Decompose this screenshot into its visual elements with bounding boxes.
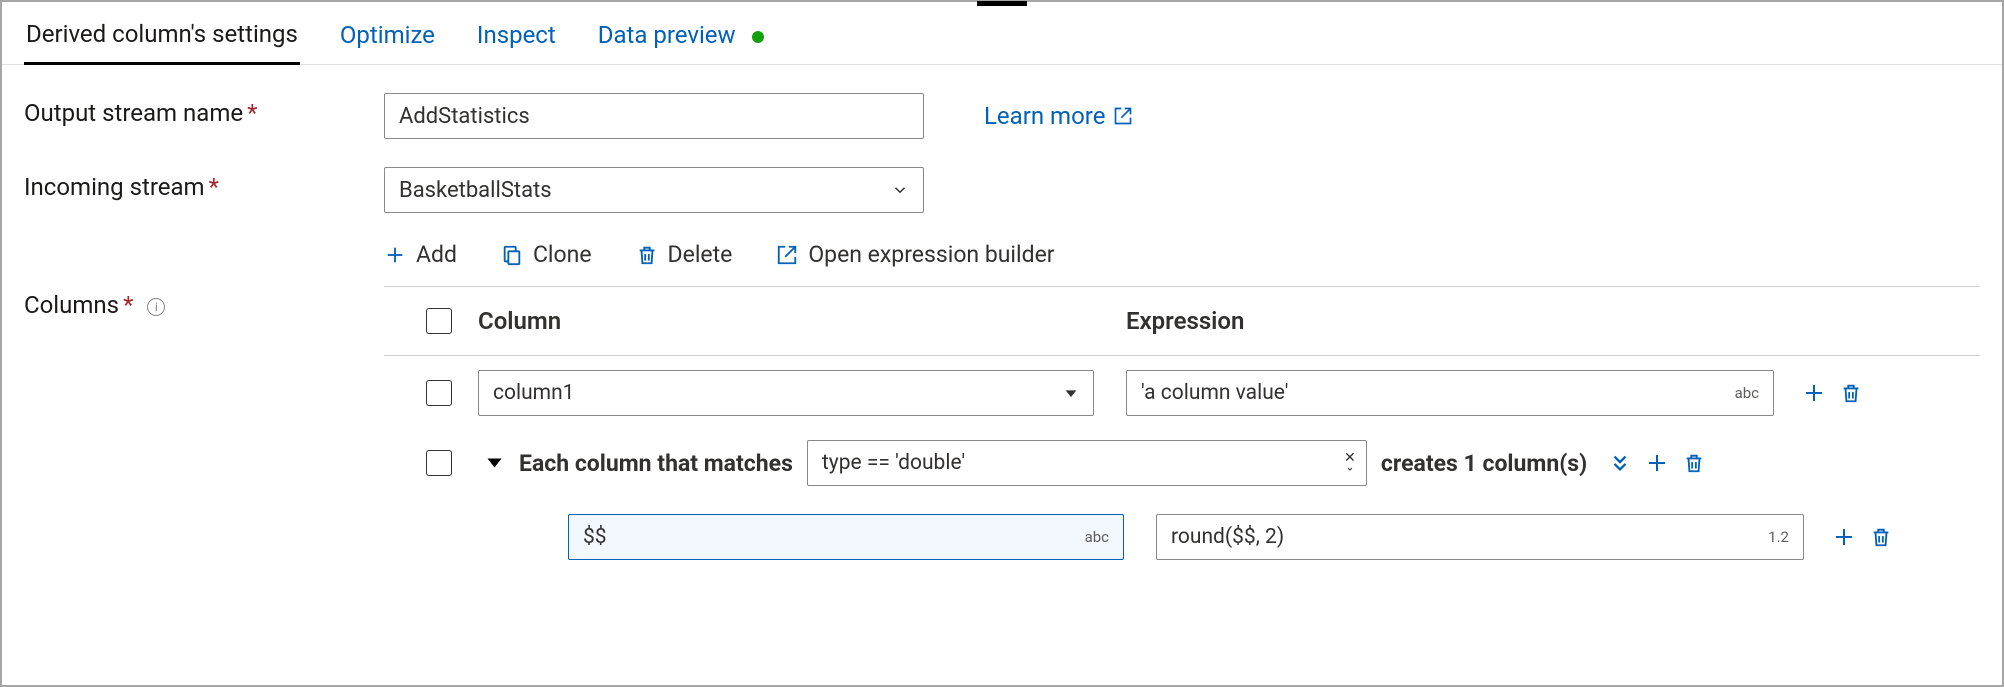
- tab-derived-column-settings[interactable]: Derived column's settings: [24, 12, 300, 65]
- status-dot-icon: [752, 31, 764, 43]
- tab-data-preview[interactable]: Data preview: [596, 13, 766, 63]
- row-actions: [1832, 525, 1892, 549]
- double-chevron-down-icon[interactable]: [1609, 452, 1631, 474]
- select-all-checkbox[interactable]: [426, 308, 452, 334]
- columns-label: Columns* i: [24, 241, 384, 319]
- open-expression-builder-button[interactable]: Open expression builder: [776, 241, 1054, 268]
- output-stream-input[interactable]: AddStatistics: [384, 93, 924, 139]
- plus-icon[interactable]: [1645, 451, 1669, 475]
- settings-tabs: Derived column's settings Optimize Inspe…: [2, 2, 2002, 65]
- tab-data-preview-label: Data preview: [598, 21, 736, 49]
- row-actions: [1802, 381, 1862, 405]
- open-icon: [776, 244, 798, 266]
- add-button[interactable]: Add: [384, 241, 457, 268]
- trash-icon: [636, 244, 658, 266]
- output-stream-label: Output stream name*: [24, 93, 384, 127]
- expression-input[interactable]: 'a column value' abc: [1126, 370, 1774, 416]
- pattern-suffix: creates 1 column(s): [1381, 450, 1587, 477]
- trash-icon[interactable]: [1683, 452, 1705, 474]
- trash-icon[interactable]: [1870, 526, 1892, 548]
- column-name-select[interactable]: column1: [478, 370, 1094, 416]
- type-hint: 1.2: [1768, 528, 1789, 546]
- pattern-sub-row: $$ abc round($$, 2) 1.2: [384, 496, 1980, 578]
- type-hint: abc: [1085, 528, 1109, 546]
- delete-button[interactable]: Delete: [636, 241, 733, 268]
- trash-icon[interactable]: [1840, 382, 1862, 404]
- column-pattern-row: Each column that matches type == 'double…: [384, 430, 1980, 496]
- plus-icon[interactable]: [1802, 381, 1826, 405]
- header-column: Column: [478, 307, 1126, 335]
- incoming-stream-select[interactable]: BasketballStats: [384, 167, 924, 213]
- pattern-value-expression-input[interactable]: round($$, 2) 1.2: [1156, 514, 1804, 560]
- plus-icon: [384, 244, 406, 266]
- expand-triangle-icon[interactable]: [488, 459, 502, 468]
- window-notch: [977, 1, 1027, 6]
- caret-down-icon: [1063, 385, 1079, 401]
- required-asterisk: *: [123, 291, 133, 319]
- incoming-stream-label: Incoming stream*: [24, 167, 384, 201]
- required-asterisk: *: [247, 99, 257, 127]
- copy-icon: [501, 244, 523, 266]
- tab-inspect[interactable]: Inspect: [475, 13, 558, 63]
- row-checkbox[interactable]: [426, 380, 452, 406]
- clear-and-dropdown-icon[interactable]: ✕: [1344, 453, 1356, 473]
- pattern-prefix: Each column that matches: [519, 450, 793, 477]
- pattern-condition-input[interactable]: type == 'double' ✕: [807, 440, 1367, 486]
- external-link-icon: [1113, 106, 1133, 126]
- type-hint: abc: [1735, 384, 1759, 402]
- tab-optimize[interactable]: Optimize: [338, 13, 437, 63]
- row-actions: [1609, 451, 1705, 475]
- table-row: column1 'a column value' abc: [384, 356, 1980, 430]
- plus-icon[interactable]: [1832, 525, 1856, 549]
- columns-toolbar: Add Clone Delete Open expression builder: [384, 241, 1980, 287]
- header-expression: Expression: [1126, 307, 1980, 335]
- learn-more-link[interactable]: Learn more: [984, 102, 1133, 130]
- chevron-down-icon: [891, 181, 909, 199]
- row-checkbox[interactable]: [426, 450, 452, 476]
- info-icon[interactable]: i: [147, 298, 165, 316]
- required-asterisk: *: [209, 173, 219, 201]
- clone-button[interactable]: Clone: [501, 241, 592, 268]
- pattern-name-expression-input[interactable]: $$ abc: [568, 514, 1124, 560]
- columns-table-header: Column Expression: [384, 287, 1980, 356]
